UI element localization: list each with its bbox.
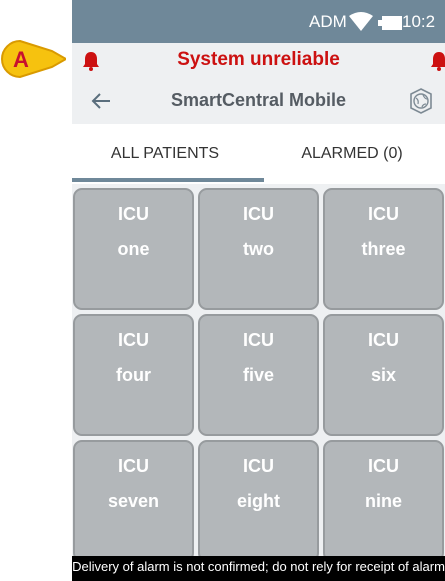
selected-tab-indicator: [72, 178, 264, 182]
bed-tile[interactable]: ICU seven: [73, 440, 194, 562]
status-bar: ADM 10:2: [72, 0, 445, 43]
bed-grid: ICU one ICU two ICU three ICU four ICU f…: [72, 184, 445, 562]
globe-icon[interactable]: [408, 87, 434, 115]
bed-unit: ICU: [243, 330, 274, 350]
bed-unit: ICU: [243, 456, 274, 476]
bell-icon: [431, 52, 445, 71]
bed-name: eight: [237, 491, 280, 511]
bed-unit: ICU: [243, 204, 274, 224]
tab-all-patients[interactable]: ALL PATIENTS: [72, 124, 258, 184]
system-warning-bar: System unreliable: [72, 43, 445, 78]
bed-tile[interactable]: ICU five: [198, 314, 319, 436]
bed-tile[interactable]: ICU four: [73, 314, 194, 436]
patient-tabs: ALL PATIENTS ALARMED (0): [72, 124, 445, 184]
bed-tile[interactable]: ICU eight: [198, 440, 319, 562]
app-header: SmartCentral Mobile: [72, 78, 445, 124]
status-time: 10:2: [402, 12, 436, 31]
bed-name: three: [361, 239, 406, 259]
bed-tile[interactable]: ICU six: [323, 314, 444, 436]
bed-name: nine: [364, 491, 402, 511]
annotation-callout-a: A: [1, 39, 66, 79]
bed-name: five: [242, 365, 275, 385]
callout-label: A: [13, 47, 29, 72]
bed-tile[interactable]: ICU three: [323, 188, 444, 310]
app-title: SmartCentral Mobile: [170, 90, 347, 110]
callout-arrow-shape: [1, 39, 66, 79]
battery-icon: [378, 16, 402, 30]
bed-unit: ICU: [368, 330, 399, 350]
tab-alarmed[interactable]: ALARMED (0): [259, 124, 445, 184]
bed-name: two: [243, 239, 274, 259]
bed-name: four: [116, 365, 151, 385]
bed-name: one: [117, 239, 150, 259]
bed-unit: ICU: [368, 456, 399, 476]
wifi-icon: [349, 12, 373, 31]
bed-unit: ICU: [118, 330, 149, 350]
bed-unit: ICU: [118, 204, 149, 224]
bed-tile[interactable]: ICU nine: [323, 440, 444, 562]
bed-unit: ICU: [368, 204, 399, 224]
status-carrier: ADM: [309, 12, 347, 31]
phone-screen: ADM 10:2 System unreliable SmartCentral …: [72, 0, 445, 581]
bed-tile[interactable]: ICU two: [198, 188, 319, 310]
bed-tile[interactable]: ICU one: [73, 188, 194, 310]
alarm-disclaimer-banner: Delivery of alarm is not confirmed; do n…: [72, 556, 445, 581]
bed-name: six: [370, 365, 397, 385]
bed-name: seven: [107, 491, 160, 511]
bed-unit: ICU: [118, 456, 149, 476]
system-warning-text: System unreliable: [177, 49, 340, 70]
